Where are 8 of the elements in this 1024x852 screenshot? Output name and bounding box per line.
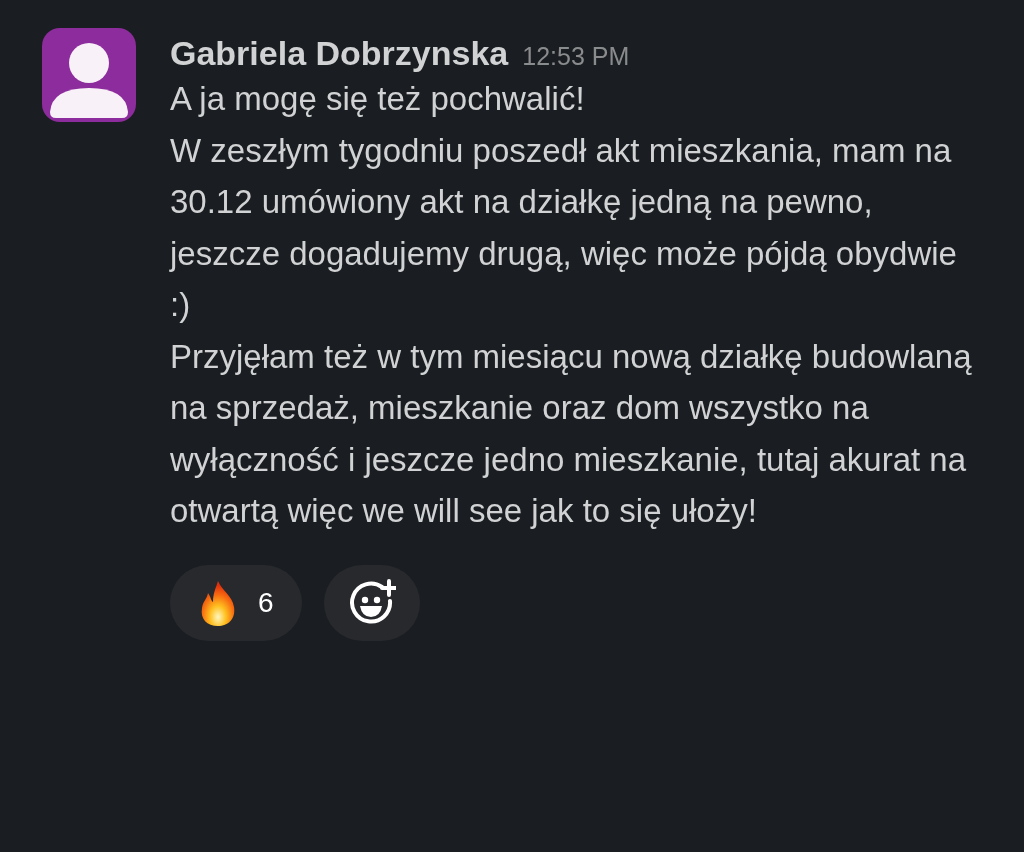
timestamp: 12:53 PM <box>522 42 630 71</box>
message-text: Przyjęłam też w tym miesiącu nową działkę budowlaną na sprzedaż, mieszkanie oraz dom wszystko na wyłączność i jeszcze jedno mieszkanie, tutaj akurat na otwartą więc we will see jak to się ułoży! <box>170 336 973 531</box>
add-emoji-icon <box>347 578 396 627</box>
message-text: W zeszłym tygodniu poszedł akt mieszkania, mam na 30.12 umówiony akt na działkę jedną na pewno, jeszcze dogadujemy drugą, więc może pójdą obydwie :) <box>170 130 958 325</box>
avatar-icon[interactable] <box>42 28 136 122</box>
author-name[interactable]: Gabriela Dobrzynska <box>170 34 509 73</box>
message-text: A ja mogę się też pochwalić! <box>170 79 586 119</box>
reaction-button[interactable]: 6 <box>170 564 302 641</box>
